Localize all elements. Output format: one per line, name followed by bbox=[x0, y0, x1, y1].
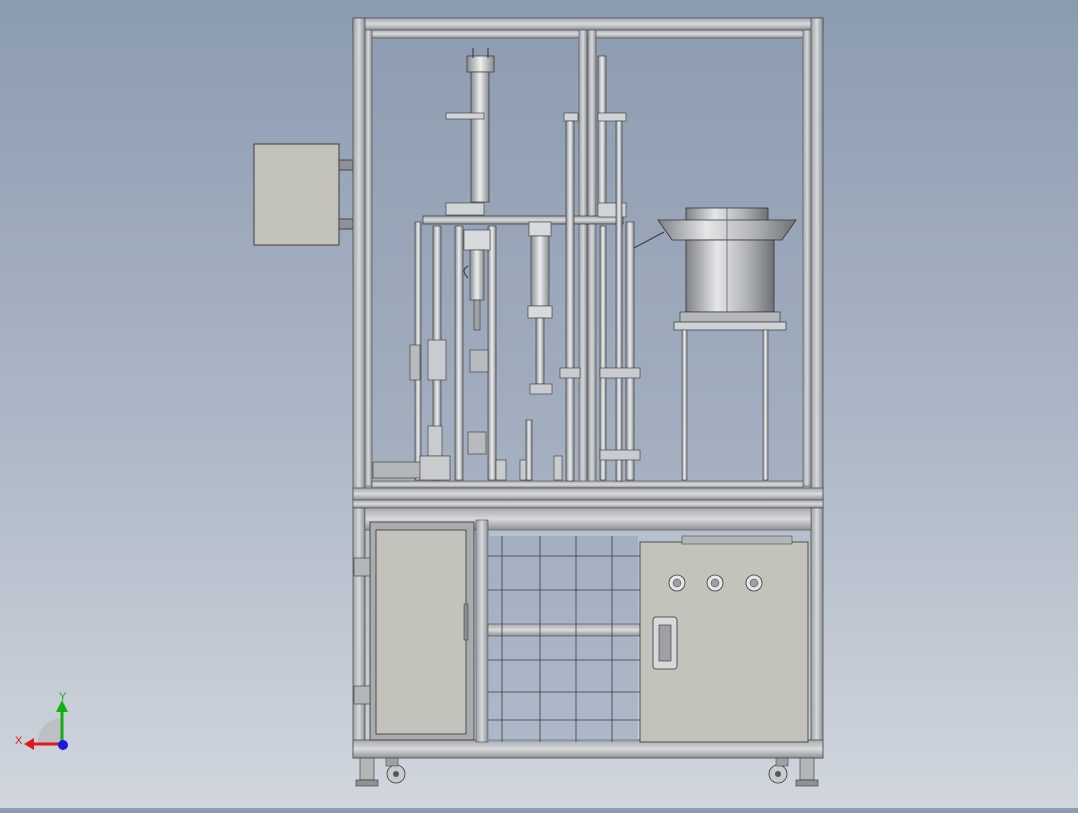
z-axis-dot bbox=[58, 740, 68, 750]
lower-cabinet[interactable] bbox=[352, 507, 824, 759]
control-knob[interactable] bbox=[706, 574, 724, 592]
control-knob[interactable] bbox=[745, 574, 763, 592]
caster-right bbox=[768, 757, 819, 787]
control-knob[interactable] bbox=[668, 574, 686, 592]
cad-drawing[interactable]: Y X bbox=[0, 0, 1078, 808]
x-axis-label: X bbox=[15, 735, 23, 747]
orientation-triad[interactable]: Y X bbox=[15, 691, 68, 750]
caster-left bbox=[355, 757, 406, 787]
panel-handle[interactable] bbox=[652, 616, 678, 670]
electrical-box[interactable] bbox=[253, 143, 354, 246]
cad-viewport[interactable]: Y X bbox=[0, 0, 1078, 808]
y-axis-label: Y bbox=[59, 691, 67, 703]
